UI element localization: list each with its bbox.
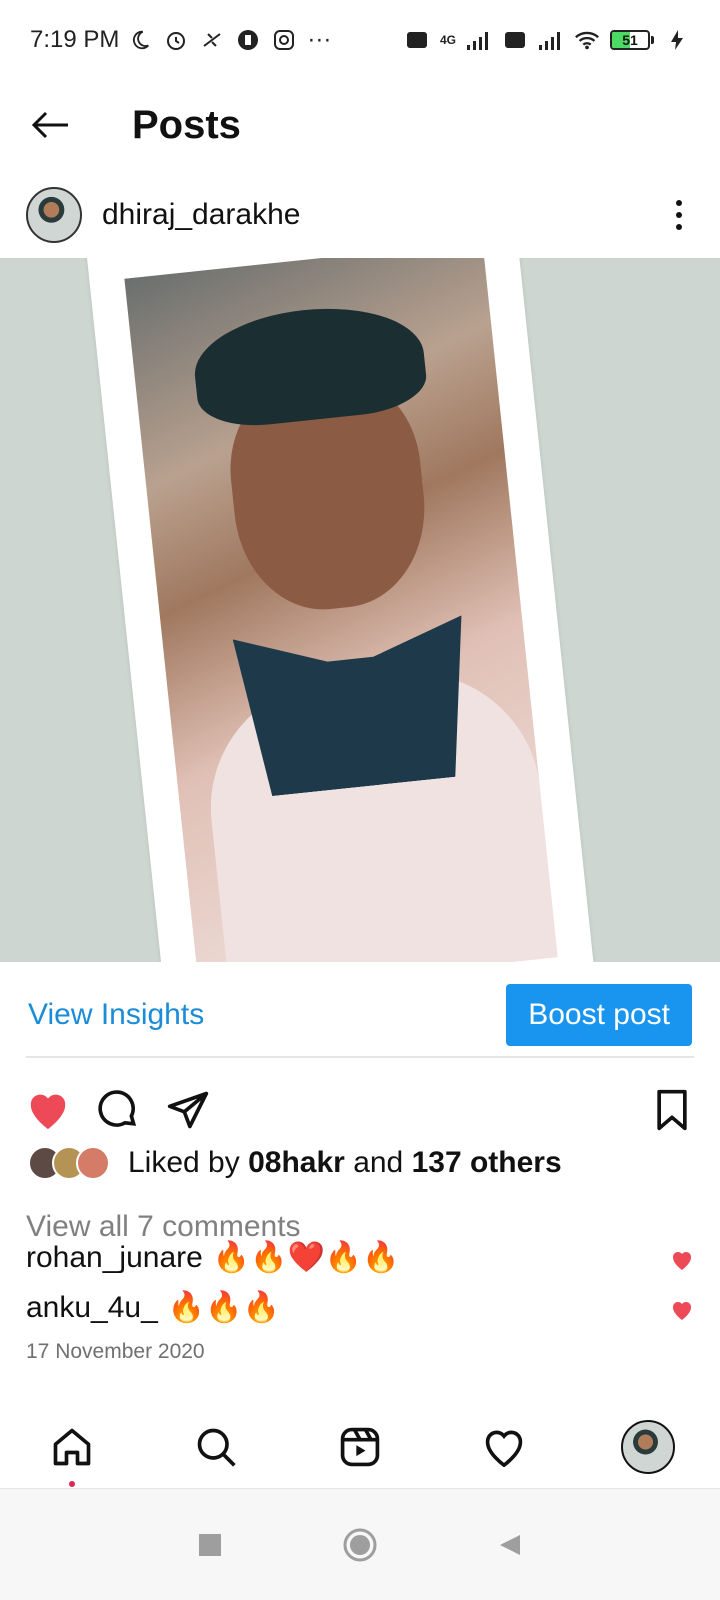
battery-indicator: 51 (610, 30, 654, 50)
charging-icon (664, 27, 690, 53)
nav-home[interactable] (42, 1417, 102, 1487)
more-options-button[interactable] (664, 195, 694, 235)
like-button[interactable] (24, 1086, 72, 1134)
profile-avatar (621, 1420, 675, 1474)
signal-icon-2 (538, 27, 564, 53)
recents-button[interactable] (190, 1525, 230, 1565)
view-all-comments-link[interactable]: View all 7 comments (26, 1210, 301, 1244)
nav-search[interactable] (186, 1417, 246, 1477)
network-type-label: 4G (439, 33, 456, 47)
status-bar: 7:19 PM ··· 4G 51 (0, 0, 720, 80)
square-icon (199, 1533, 221, 1556)
status-icons-right: 4G 51 (404, 27, 690, 53)
post-header: dhiraj_darakhe (0, 175, 720, 255)
back-arrow-icon (31, 111, 68, 139)
divider (26, 1056, 694, 1058)
comment-text: 🔥🔥❤️🔥🔥 (212, 1241, 400, 1274)
volte-icon-2 (502, 27, 528, 53)
post-date: 17 November 2020 (26, 1340, 205, 1363)
likes-prefix: Liked by (128, 1146, 240, 1179)
boost-post-button[interactable]: Boost post (506, 984, 692, 1046)
share-button[interactable] (164, 1086, 212, 1134)
app-header: Posts (0, 80, 720, 170)
network-icon (199, 27, 225, 53)
liker-avatar (76, 1146, 110, 1180)
comment-like-button[interactable] (670, 1295, 696, 1321)
volte-icon (404, 27, 430, 53)
status-more: ··· (307, 26, 332, 53)
view-insights-link[interactable]: View Insights (28, 998, 204, 1032)
home-icon (53, 1428, 91, 1466)
reels-icon (340, 1427, 380, 1467)
status-time: 7:19 PM (30, 26, 120, 53)
circle-icon (343, 1528, 377, 1561)
back-system-button[interactable] (490, 1525, 530, 1565)
wifi-icon (574, 27, 600, 53)
back-button[interactable] (28, 103, 72, 147)
notification-dot (69, 1481, 75, 1487)
heart-filled-icon (30, 1094, 66, 1130)
comment-username[interactable]: rohan_junare (26, 1241, 203, 1275)
comment-like-button[interactable] (670, 1245, 696, 1271)
likes-summary[interactable]: Liked by 08hakr and 137 others (28, 1138, 698, 1188)
likes-user[interactable]: 08hakr (248, 1146, 345, 1180)
liker-avatars (28, 1146, 110, 1180)
post-owner-actions: View Insights Boost post (0, 975, 720, 1055)
bookmark-icon (657, 1089, 687, 1131)
comment-icon (98, 1090, 137, 1127)
nav-reels[interactable] (330, 1417, 390, 1477)
nav-profile[interactable] (618, 1417, 678, 1477)
system-navigation-bar (0, 1488, 720, 1600)
likes-others[interactable]: 137 others (412, 1146, 562, 1180)
nav-activity[interactable] (474, 1417, 534, 1477)
save-button[interactable] (648, 1086, 696, 1134)
home-system-button[interactable] (340, 1525, 380, 1565)
comment-text: 🔥🔥🔥 (167, 1291, 280, 1324)
comment-row: anku_4u_ 🔥🔥🔥 (26, 1290, 696, 1325)
bottom-navigation (0, 1412, 720, 1487)
search-icon (197, 1428, 236, 1467)
send-icon (167, 1091, 209, 1129)
alarm-icon (163, 27, 189, 53)
signal-icon (466, 27, 492, 53)
post-image[interactable] (0, 258, 720, 962)
triangle-back-icon (500, 1534, 520, 1555)
battery-percent: 51 (622, 32, 638, 48)
moon-icon (127, 27, 153, 53)
page-title: Posts (132, 102, 241, 147)
status-icons-left: ··· (127, 26, 331, 54)
heart-outline-icon (485, 1430, 523, 1467)
comment-row: rohan_junare 🔥🔥❤️🔥🔥 (26, 1240, 696, 1275)
comment-username[interactable]: anku_4u_ (26, 1291, 158, 1325)
post-author-username[interactable]: dhiraj_darakhe (102, 198, 300, 232)
post-author-avatar[interactable] (26, 187, 82, 243)
comment-button[interactable] (94, 1086, 142, 1134)
instagram-icon (271, 27, 297, 53)
heart-filled-icon (672, 1251, 692, 1270)
heart-filled-icon (672, 1301, 692, 1320)
likes-connector: and (353, 1146, 404, 1179)
app-icon (235, 27, 261, 53)
